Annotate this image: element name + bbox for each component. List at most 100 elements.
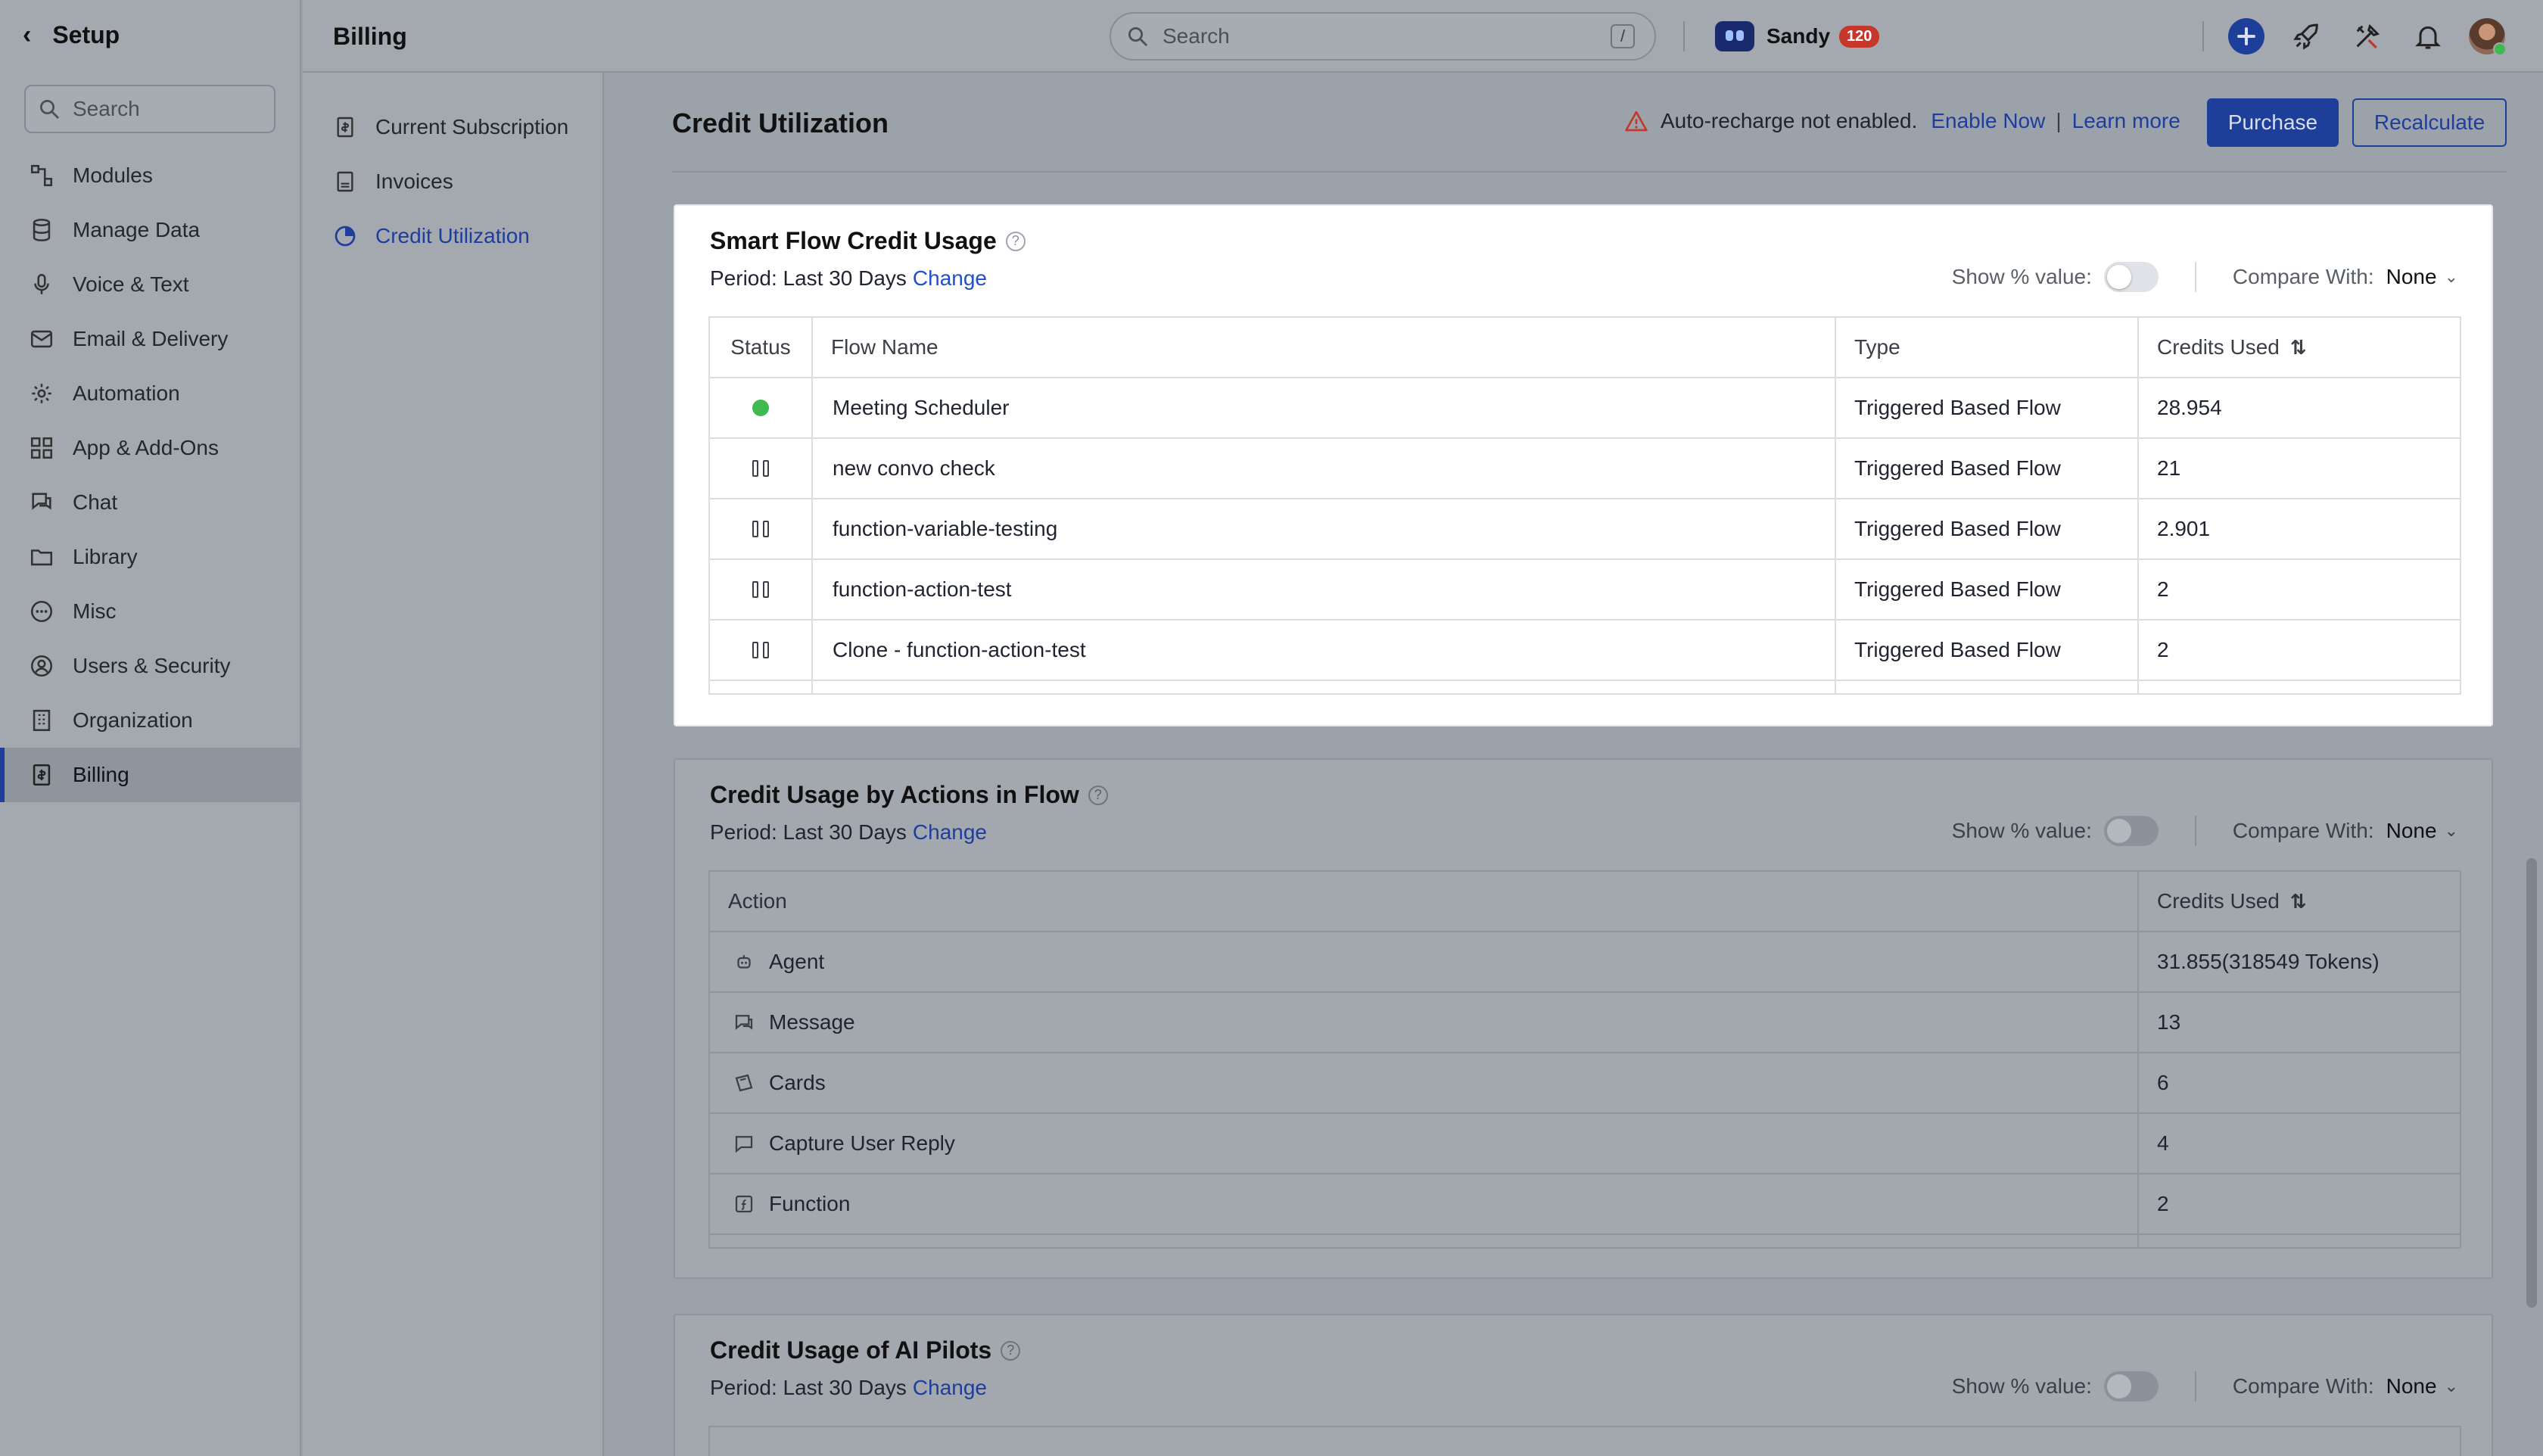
subnav-item-invoices[interactable]: Invoices — [303, 154, 602, 209]
credits-cell: 31.855(318549 Tokens) — [2157, 950, 2380, 973]
show-percent-toggle[interactable] — [2103, 262, 2159, 292]
sidebar-item-library[interactable]: Library — [0, 530, 300, 584]
notifications-button[interactable] — [2410, 18, 2446, 54]
action-label: Agent — [769, 950, 825, 973]
table-row[interactable]: Clone - function-action-test Triggered B… — [710, 621, 2460, 681]
sidebar-item-voice-text[interactable]: Voice & Text — [0, 257, 300, 312]
change-period-link[interactable]: Change — [913, 1376, 987, 1399]
paused-status-icon — [752, 581, 769, 598]
chevron-down-icon[interactable]: ⌄ — [2445, 1377, 2458, 1396]
show-percent-toggle[interactable] — [2103, 1371, 2159, 1402]
cards-icon — [735, 1074, 753, 1092]
sort-icon[interactable]: ⇅ — [2290, 890, 2307, 913]
sidebar-item-modules[interactable]: Modules — [0, 148, 300, 203]
change-period-link[interactable]: Change — [913, 266, 987, 290]
table-row[interactable]: Meeting Scheduler Triggered Based Flow 2… — [710, 378, 2460, 439]
card-title: Smart Flow Credit Usage ? — [710, 227, 1026, 255]
flow-name-cell: Clone - function-action-test — [813, 621, 1836, 680]
sidebar-item-label: Modules — [73, 163, 153, 187]
subnav-item-credit-utilization[interactable]: Credit Utilization — [303, 209, 602, 263]
sidebar-item-label: Misc — [73, 599, 117, 623]
alert-text: Auto-recharge not enabled. — [1661, 109, 1918, 132]
sidebar-item-manage-data[interactable]: Manage Data — [0, 203, 300, 257]
sort-icon[interactable]: ⇅ — [2290, 336, 2307, 359]
action-cell: Cards — [710, 1053, 2139, 1112]
compare-with-select[interactable]: None — [2386, 819, 2437, 843]
warning-icon — [1625, 110, 1648, 132]
table-row[interactable]: function-variable-testing Triggered Base… — [710, 499, 2460, 560]
column-header-credits[interactable]: Credits Used ⇅ — [2139, 318, 2442, 377]
table-row[interactable]: Message 13 — [710, 993, 2460, 1053]
ai-pilots-table — [708, 1426, 2461, 1456]
table-row[interactable]: Cards 6 — [710, 1053, 2460, 1114]
sidebar-item-email-delivery[interactable]: Email & Delivery — [0, 312, 300, 366]
add-button[interactable] — [2228, 18, 2264, 54]
billing-subnav: Current Subscription Invoices Credit Uti… — [303, 73, 604, 1456]
action-label: Function — [769, 1192, 851, 1215]
card-title: Credit Usage by Actions in Flow ? — [710, 781, 1108, 809]
help-icon[interactable]: ? — [1088, 785, 1108, 805]
column-header-credits[interactable]: Credits Used ⇅ — [2139, 872, 2445, 931]
period-text: Period: Last 30 Days — [710, 820, 907, 844]
recalculate-button[interactable]: Recalculate — [2352, 98, 2507, 147]
mail-icon — [30, 330, 53, 348]
sidebar-item-app-add-ons[interactable]: App & Add-Ons — [0, 421, 300, 475]
show-percent-toggle[interactable] — [2103, 816, 2159, 846]
paused-status-icon — [752, 642, 769, 658]
billing-title: Billing — [333, 23, 407, 50]
card-controls: Show % value: Compare With: None ⌄ — [1952, 262, 2458, 292]
back-arrow-icon[interactable]: ‹ — [23, 20, 31, 50]
subnav-item-current-subscription[interactable]: Current Subscription — [303, 100, 602, 154]
table-row[interactable]: new convo check Triggered Based Flow 21 — [710, 439, 2460, 499]
credits-cell: 2 — [2157, 1192, 2169, 1215]
table-row[interactable]: function-action-test Triggered Based Flo… — [710, 560, 2460, 621]
purchase-button[interactable]: Purchase — [2207, 98, 2339, 147]
user-menu[interactable]: Sandy 120 — [1715, 15, 1880, 58]
controls-divider — [2194, 262, 2196, 292]
setup-header[interactable]: ‹ Setup — [0, 0, 300, 70]
chevron-down-icon[interactable]: ⌄ — [2445, 267, 2458, 287]
sidebar-item-billing[interactable]: Billing — [0, 748, 300, 802]
change-period-link[interactable]: Change — [913, 820, 987, 844]
folder-icon — [30, 549, 53, 566]
paused-status-icon — [752, 521, 769, 537]
user-name: Sandy — [1766, 24, 1831, 48]
type-cell: Triggered Based Flow — [1836, 560, 2139, 619]
action-label: Message — [769, 1010, 855, 1034]
chevron-down-icon[interactable]: ⌄ — [2445, 821, 2458, 841]
rocket-button[interactable] — [2289, 18, 2325, 54]
credits-cell: 2 — [2157, 577, 2169, 601]
compare-with-select[interactable]: None — [2386, 265, 2437, 289]
smart-flow-table: Status Flow Name Type Credits Used ⇅ Mee… — [708, 316, 2461, 695]
sidebar-search-input[interactable]: Search — [24, 85, 275, 133]
show-percent-label: Show % value: — [1951, 1374, 2092, 1398]
sidebar-item-organization[interactable]: Organization — [0, 693, 300, 748]
user-avatar[interactable] — [2469, 18, 2507, 56]
rocket-icon — [2293, 23, 2318, 50]
global-search-input[interactable]: Search / — [1110, 12, 1656, 61]
table-row[interactable]: Agent 31.855(318549 Tokens) — [710, 932, 2460, 993]
search-shortcut-key: / — [1611, 24, 1635, 48]
compare-with-select[interactable]: None — [2386, 1374, 2437, 1398]
help-icon[interactable]: ? — [1005, 231, 1026, 251]
table-row-partial — [710, 1235, 2460, 1247]
sidebar-item-users-security[interactable]: Users & Security — [0, 639, 300, 693]
help-icon[interactable]: ? — [1001, 1340, 1021, 1361]
flow-name-cell: function-action-test — [813, 560, 1836, 619]
sidebar-item-automation[interactable]: Automation — [0, 366, 300, 421]
sidebar-item-label: Users & Security — [73, 654, 231, 677]
credits-cell — [2139, 681, 2442, 693]
sidebar-search-placeholder: Search — [73, 97, 140, 120]
sidebar-item-chat[interactable]: Chat — [0, 475, 300, 530]
column-header-status: Status — [710, 318, 813, 377]
show-percent-label: Show % value: — [1951, 819, 2092, 842]
action-label: Capture User Reply — [769, 1131, 955, 1155]
tools-button[interactable] — [2349, 18, 2386, 54]
table-row[interactable]: Function 2 — [710, 1174, 2460, 1235]
enable-now-link[interactable]: Enable Now — [1931, 109, 2045, 133]
learn-more-link[interactable]: Learn more — [2072, 109, 2180, 133]
page-scrollbar[interactable] — [2526, 858, 2537, 1308]
more-circle-icon — [30, 600, 53, 623]
sidebar-item-misc[interactable]: Misc — [0, 584, 300, 639]
table-row[interactable]: Capture User Reply 4 — [710, 1114, 2460, 1174]
